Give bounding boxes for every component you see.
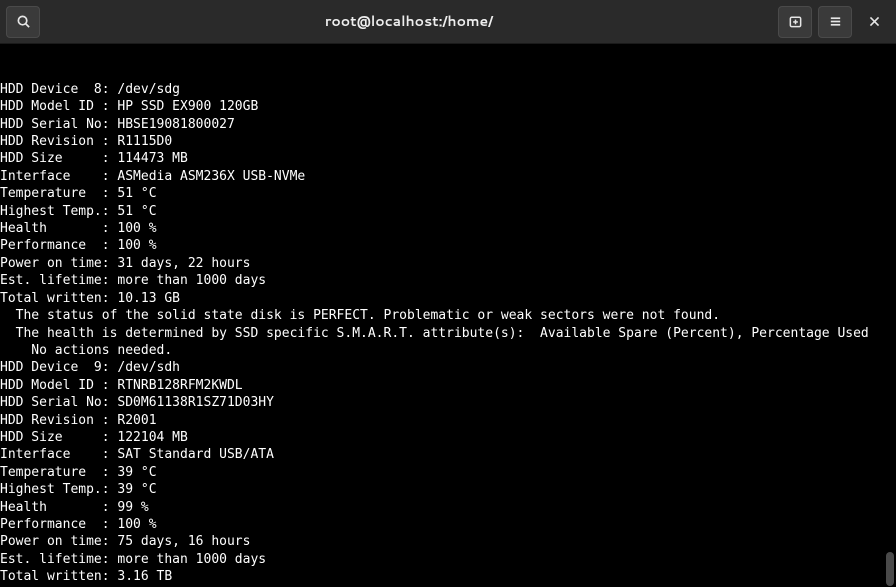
scrollbar-thumb[interactable]	[886, 552, 894, 586]
terminal-line: The status of the solid state disk is PE…	[0, 307, 896, 324]
terminal-line: Power on time: 31 days, 22 hours	[0, 255, 896, 272]
menu-button[interactable]	[818, 6, 852, 38]
terminal-line: HDD Size : 114473 MB	[0, 150, 896, 167]
terminal-line: HDD Serial No: SD0M61138R1SZ71D03HY	[0, 394, 896, 411]
terminal-line: HDD Serial No: HBSE19081800027	[0, 116, 896, 133]
window-title: root@localhost:/home/	[46, 13, 772, 30]
titlebar: root@localhost:/home/	[0, 0, 896, 44]
terminal-line: Interface : SAT Standard USB/ATA	[0, 446, 896, 463]
terminal-line: The health is determined by SSD specific…	[0, 325, 896, 342]
terminal-line: Health : 99 %	[0, 499, 896, 516]
terminal-line: Performance : 100 %	[0, 516, 896, 533]
terminal-line: HDD Revision : R2001	[0, 412, 896, 429]
close-icon	[868, 15, 881, 28]
terminal-line: Performance : 100 %	[0, 237, 896, 254]
terminal-line: HDD Size : 122104 MB	[0, 429, 896, 446]
terminal-line: Highest Temp.: 39 °C	[0, 481, 896, 498]
terminal-line: HDD Model ID : RTNRB128RFM2KWDL	[0, 377, 896, 394]
close-button[interactable]	[858, 6, 890, 38]
terminal-line: HDD Device 8: /dev/sdg	[0, 81, 896, 98]
new-tab-icon	[788, 14, 803, 29]
search-icon	[16, 14, 31, 29]
terminal-line: HDD Revision : R1115D0	[0, 133, 896, 150]
hamburger-icon	[828, 14, 843, 29]
terminal-line: No actions needed.	[0, 342, 896, 359]
terminal-line: Highest Temp.: 51 °C	[0, 203, 896, 220]
terminal-line: Total written: 10.13 GB	[0, 290, 896, 307]
terminal-line: Health : 100 %	[0, 220, 896, 237]
titlebar-right	[778, 6, 890, 38]
search-button[interactable]	[6, 6, 40, 38]
terminal-line: HDD Device 9: /dev/sdh	[0, 359, 896, 376]
terminal-line: Power on time: 75 days, 16 hours	[0, 533, 896, 550]
terminal-line: HDD Model ID : HP SSD EX900 120GB	[0, 98, 896, 115]
terminal-line: Temperature : 51 °C	[0, 185, 896, 202]
new-tab-button[interactable]	[778, 6, 812, 38]
terminal-line: Est. lifetime: more than 1000 days	[0, 551, 896, 568]
terminal-line: Interface : ASMedia ASM236X USB-NVMe	[0, 168, 896, 185]
terminal-line: Total written: 3.16 TB	[0, 568, 896, 585]
terminal-line: Temperature : 39 °C	[0, 464, 896, 481]
terminal-output[interactable]: HDD Device 8: /dev/sdgHDD Model ID : HP …	[0, 44, 896, 587]
terminal-line: Est. lifetime: more than 1000 days	[0, 272, 896, 289]
